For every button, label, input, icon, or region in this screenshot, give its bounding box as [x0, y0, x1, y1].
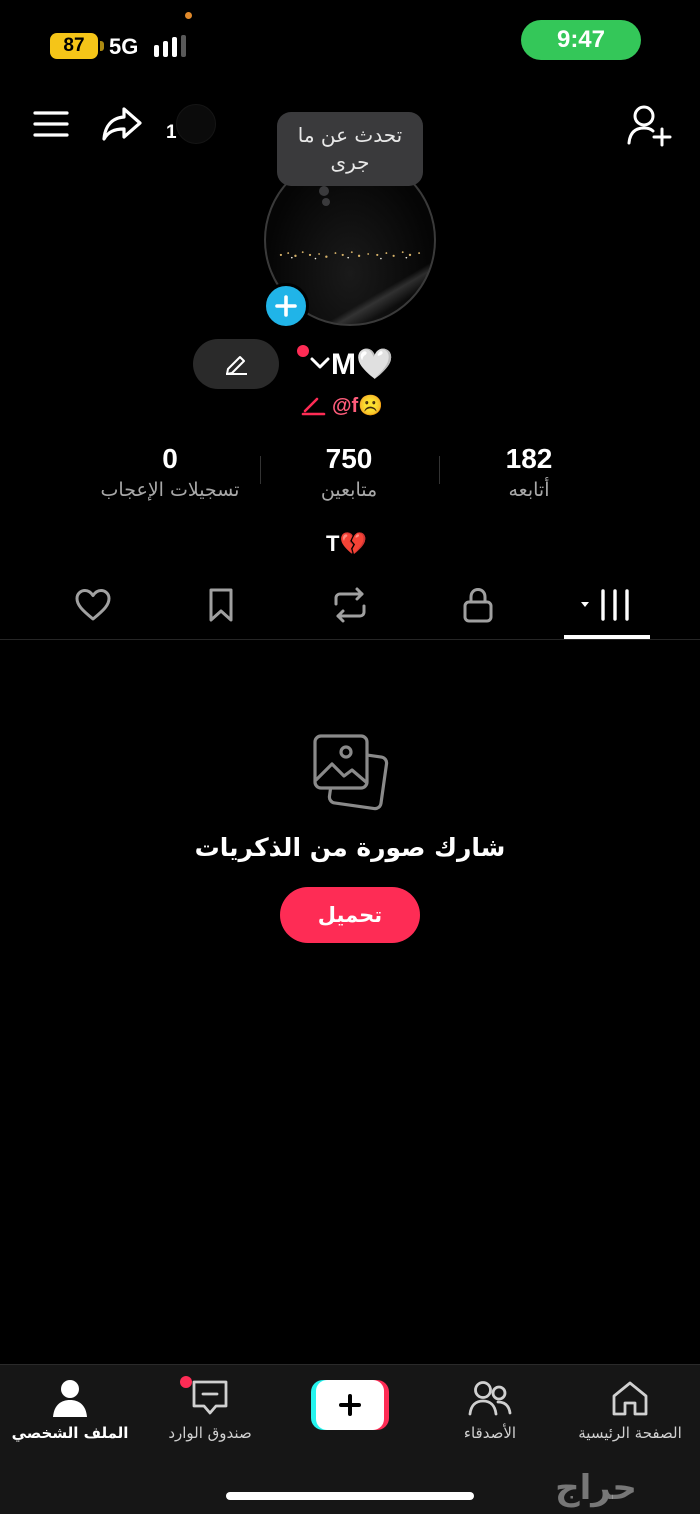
battery-indicator: 87 — [50, 33, 104, 59]
tab-reposts[interactable] — [305, 582, 395, 628]
bookmark-icon — [209, 588, 233, 622]
road-image — [321, 256, 434, 324]
home-icon — [612, 1381, 648, 1416]
nav-home-label: الصفحة الرئيسية — [578, 1424, 682, 1442]
stat-divider — [439, 456, 440, 484]
grid-icon — [581, 589, 629, 621]
pen-icon — [301, 397, 326, 416]
heart-icon — [75, 589, 111, 621]
nav-inbox-label: صندوق الوارد — [168, 1424, 252, 1442]
stat-following[interactable]: 182 أتابعه — [470, 442, 588, 504]
upload-button[interactable]: تحميل — [280, 887, 420, 943]
plus-icon — [275, 295, 297, 317]
nav-profile-label: الملف الشخصي — [11, 1424, 129, 1442]
menu-icon[interactable] — [30, 103, 72, 145]
stat-following-value: 182 — [505, 443, 553, 474]
tabs-divider — [0, 639, 700, 640]
stat-followers-label: متابعين — [320, 479, 378, 501]
notification-dot — [297, 345, 309, 357]
profile-icon — [53, 1380, 87, 1417]
username: @f☹️ — [332, 394, 384, 417]
home-indicator[interactable] — [226, 1492, 474, 1500]
bio: T💔 — [326, 531, 367, 556]
inbox-icon — [192, 1380, 228, 1415]
create-button[interactable] — [311, 1380, 389, 1430]
share-count: 1 — [166, 122, 177, 143]
profile-name[interactable]: M🤍 — [331, 346, 393, 384]
nav-friends-label: الأصدقاء — [463, 1424, 517, 1442]
username-row: @f☹️ — [300, 390, 383, 420]
tab-saved[interactable] — [176, 582, 266, 628]
tab-private[interactable] — [433, 582, 523, 628]
stat-likes-value: 0 — [162, 443, 178, 474]
status-bubble[interactable]: تحدث عن ما جرى — [277, 112, 423, 186]
share-icon[interactable] — [98, 100, 146, 148]
watermark-logo: حراج — [555, 1468, 637, 1508]
stat-likes-label: تسجيلات الإعجاب — [100, 479, 240, 501]
nav-friends[interactable]: الأصدقاء — [420, 1376, 560, 1446]
add-friend-icon[interactable] — [624, 100, 674, 150]
stat-followers[interactable]: 750 متابعين — [290, 442, 408, 504]
stat-followers-value: 750 — [325, 443, 373, 474]
nav-inbox[interactable]: صندوق الوارد — [140, 1376, 280, 1446]
bubble-tail — [319, 186, 329, 196]
tab-videos[interactable] — [562, 582, 652, 628]
pencil-icon — [226, 356, 247, 375]
friends-icon — [468, 1381, 512, 1416]
nav-home[interactable]: الصفحة الرئيسية — [560, 1376, 700, 1446]
photos-icon — [313, 734, 389, 811]
notification-dot — [180, 1376, 192, 1388]
bubble-tail — [322, 198, 330, 206]
stat-following-label: أتابعه — [508, 479, 550, 501]
network-label: 5G — [109, 34, 139, 59]
status-time: 9:47 — [521, 20, 641, 60]
edit-profile-button[interactable] — [193, 339, 279, 389]
chevron-down-icon[interactable] — [309, 355, 331, 371]
plus-icon — [339, 1394, 361, 1416]
story-circle[interactable] — [176, 104, 216, 144]
lock-icon — [463, 588, 493, 623]
stat-likes[interactable]: 0 تسجيلات الإعجاب — [70, 442, 270, 504]
repost-icon — [334, 587, 366, 623]
add-story-button[interactable] — [263, 283, 309, 329]
signal-icon — [154, 35, 190, 57]
nav-profile[interactable]: الملف الشخصي — [0, 1376, 140, 1446]
privacy-indicator-dot — [185, 12, 192, 19]
empty-state-title: شارك صورة من الذكريات — [194, 833, 506, 862]
tab-liked[interactable] — [48, 582, 138, 628]
